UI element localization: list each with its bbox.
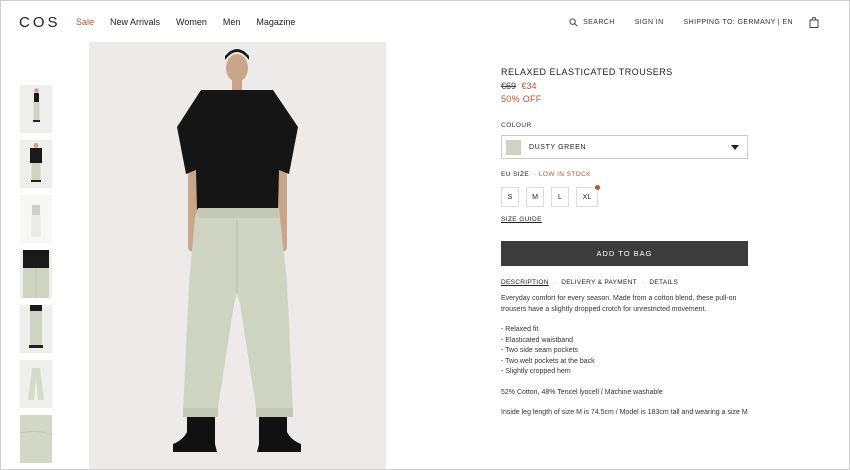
- tab-separator: ·: [641, 279, 645, 286]
- low-stock-notice: · LOW IN STOCK: [534, 171, 591, 178]
- main-nav: Sale New Arrivals Women Men Magazine: [76, 17, 311, 27]
- fit-note: Inside leg length of size M is 74.5cm / …: [501, 409, 748, 416]
- logo[interactable]: COS: [19, 14, 61, 31]
- tab-description[interactable]: DESCRIPTION: [501, 279, 549, 286]
- product-main-image[interactable]: [89, 42, 386, 469]
- size-option-m[interactable]: M: [526, 187, 544, 207]
- feature-item: - Two welt pockets at the back: [501, 357, 595, 365]
- tab-delivery-payment[interactable]: DELIVERY & PAYMENT: [561, 279, 637, 286]
- shipping-selector[interactable]: SHIPPING TO: GERMANY | EN: [684, 19, 793, 26]
- tab-details[interactable]: DETAILS: [649, 279, 678, 286]
- original-price: €69: [501, 81, 517, 91]
- size-label: EU SIZE: [501, 171, 530, 178]
- nav-new-arrivals[interactable]: New Arrivals: [110, 17, 160, 27]
- colour-name: DUSTY GREEN: [529, 143, 587, 151]
- size-option-xl[interactable]: XL: [576, 185, 600, 207]
- price-row: €69 €34: [501, 81, 748, 91]
- sale-price: €34: [521, 81, 537, 91]
- size-header: EU SIZE · LOW IN STOCK: [501, 171, 748, 178]
- colour-dropdown[interactable]: DUSTY GREEN: [501, 135, 748, 159]
- product-info: RELAXED ELASTICATED TROUSERS €69 €34 50%…: [501, 67, 748, 419]
- thumbnail-3[interactable]: [20, 195, 52, 243]
- size-option-l[interactable]: L: [551, 187, 569, 207]
- tab-separator: ·: [553, 279, 557, 286]
- thumbnail-7[interactable]: [20, 415, 52, 463]
- product-description: Everyday comfort for every season. Made …: [501, 295, 737, 313]
- header-utilities: SEARCH SIGN IN SHIPPING TO: GERMANY | EN: [549, 17, 819, 28]
- size-option-s[interactable]: S: [501, 187, 519, 207]
- search-label: SEARCH: [583, 19, 615, 26]
- feature-item: - Slightly cropped hem: [501, 368, 571, 375]
- sign-in-link[interactable]: SIGN IN: [635, 19, 664, 26]
- size-guide-link[interactable]: SIZE GUIDE: [501, 216, 542, 223]
- product-page: COS Sale New Arrivals Women Men Magazine…: [0, 0, 850, 470]
- info-tabs: DESCRIPTION · DELIVERY & PAYMENT · DETAI…: [501, 279, 748, 286]
- feature-list: - Relaxed fit - Elasticated waistband - …: [501, 325, 748, 378]
- bag-icon[interactable]: [809, 17, 819, 28]
- feature-item: - Two side seam pockets: [501, 347, 578, 354]
- chevron-down-icon: [731, 144, 739, 150]
- nav-men[interactable]: Men: [223, 17, 241, 27]
- nav-women[interactable]: Women: [176, 17, 207, 27]
- discount-label: 50% OFF: [501, 94, 542, 104]
- colour-swatch: [506, 139, 521, 155]
- thumbnail-1[interactable]: [20, 85, 52, 133]
- nav-magazine[interactable]: Magazine: [256, 17, 295, 27]
- search-icon: [569, 18, 578, 27]
- product-title: RELAXED ELASTICATED TROUSERS: [501, 67, 673, 77]
- size-options: S M L XL: [501, 185, 748, 207]
- size-option-xl-label: XL: [582, 193, 592, 201]
- feature-item: - Elasticated waistband: [501, 336, 573, 344]
- colour-label: COLOUR: [501, 122, 532, 129]
- thumbnail-strip: [20, 85, 52, 469]
- thumbnail-6[interactable]: [20, 360, 52, 408]
- low-stock-dot: [595, 185, 600, 190]
- add-to-bag-button[interactable]: ADD TO BAG: [501, 241, 748, 266]
- thumbnail-2[interactable]: [20, 140, 52, 188]
- nav-sale[interactable]: Sale: [76, 17, 94, 27]
- thumbnail-5[interactable]: [20, 305, 52, 353]
- search-button[interactable]: SEARCH: [569, 18, 615, 27]
- feature-item: - Relaxed fit: [501, 326, 539, 333]
- composition-text: 52% Cotton, 48% Tencel lyocell / Machine…: [501, 388, 663, 396]
- thumbnail-4[interactable]: [20, 250, 52, 298]
